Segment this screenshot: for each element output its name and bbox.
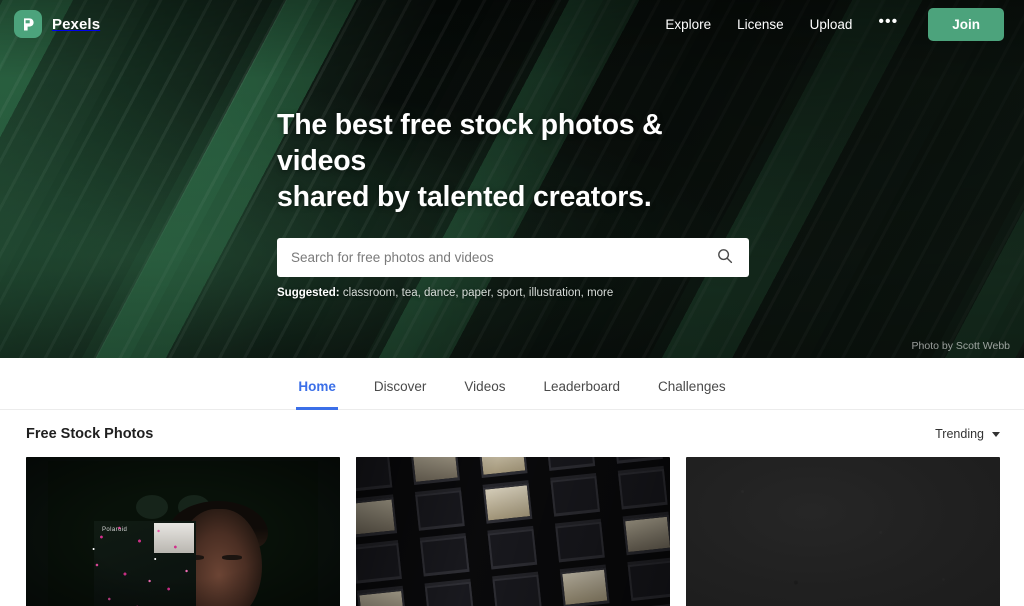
search-icon [717,248,733,267]
hero-headline: The best free stock photos & videos shar… [277,108,749,216]
tab-videos[interactable]: Videos [462,379,507,410]
photo-card[interactable] [686,457,1000,606]
tab-leaderboard[interactable]: Leaderboard [541,379,622,410]
brand-name: Pexels [52,15,101,33]
search-submit-button[interactable] [709,248,749,267]
brand-home-link[interactable]: Pexels [14,10,100,38]
hero-banner: Pexels Explore License Upload ••• Join T… [0,0,1024,358]
photo-card[interactable] [356,457,670,606]
tab-home[interactable]: Home [296,379,338,410]
photo-thumbnail [686,457,1000,606]
nav-item-upload[interactable]: Upload [810,17,853,32]
suggested-tag-list: classroom, tea, dance, paper, sport, ill… [342,286,614,299]
sort-dropdown[interactable]: Trending [935,427,1000,441]
hero-content: The best free stock photos & videos shar… [277,108,749,299]
content-tabs: Home Discover Videos Leaderboard Challen… [0,358,1024,410]
search-bar[interactable] [277,237,749,277]
suggested-label: Suggested: [277,286,340,299]
nav-item-license[interactable]: License [737,17,784,32]
hero-photo-credit: Photo by Scott Webb [911,340,1010,352]
search-input[interactable] [277,249,709,265]
suggested-tag-paper[interactable]: paper [462,287,491,299]
nav-item-explore[interactable]: Explore [665,17,711,32]
suggested-tag-sport[interactable]: sport [497,287,523,299]
photo-card[interactable]: Polaroid [26,457,340,606]
join-button[interactable]: Join [928,7,1004,41]
suggested-tag-illustration[interactable]: illustration [529,287,581,299]
section-header: Free Stock Photos Trending [0,410,1024,442]
suggested-tag-more[interactable]: more [587,287,613,299]
suggested-tag-classroom[interactable]: classroom [343,287,395,299]
more-menu-icon[interactable]: ••• [878,13,898,32]
site-header: Pexels Explore License Upload ••• Join [0,0,1024,48]
suggested-searches: Suggested: classroom, tea, dance, paper,… [277,287,749,299]
sort-dropdown-label: Trending [935,427,984,441]
tab-discover[interactable]: Discover [372,379,429,410]
photo-grid: Polaroid [0,442,1024,606]
hero-headline-line-2: shared by talented creators. [277,180,652,213]
hero-headline-line-1: The best free stock photos & videos [277,109,663,177]
photo-thumbnail: Polaroid [26,457,340,606]
suggested-tag-dance[interactable]: dance [424,287,455,299]
pexels-logo-icon [14,10,42,38]
chevron-down-icon [992,431,1000,437]
suggested-tag-tea[interactable]: tea [402,287,418,299]
page-title: Free Stock Photos [26,426,154,442]
tab-challenges[interactable]: Challenges [656,379,728,410]
photo-thumbnail [356,457,670,606]
primary-nav: Explore License Upload ••• Join [665,7,1004,41]
